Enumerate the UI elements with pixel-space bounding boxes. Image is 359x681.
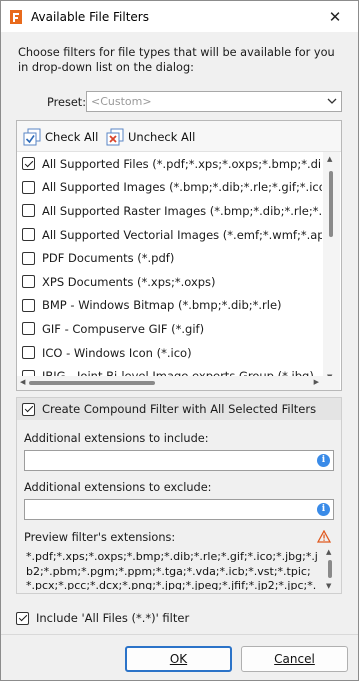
filter-list-vertical-scrollbar[interactable]: ▲ ▼ — [323, 152, 340, 384]
scroll-thumb[interactable] — [328, 560, 332, 578]
window-title: Available File Filters — [31, 9, 149, 24]
filter-checkbox[interactable] — [22, 251, 35, 265]
filter-list-item[interactable]: BMP - Windows Bitmap (*.bmp;*.dib;*.rle) — [17, 294, 322, 318]
include-all-files-checkbox[interactable] — [16, 611, 29, 625]
exclude-extensions-input[interactable]: i — [24, 499, 334, 520]
uncheck-all-label: Uncheck All — [128, 130, 196, 144]
filter-list-item[interactable]: All Supported Raster Images (*.bmp;*.dib… — [17, 199, 322, 223]
filter-list-item[interactable]: PDF Documents (*.pdf) — [17, 246, 322, 270]
warning-icon — [316, 529, 332, 543]
dialog-description: Choose filters for file types that will … — [18, 46, 335, 74]
filter-checkbox[interactable] — [22, 204, 35, 218]
preset-dropdown[interactable]: <Custom> — [86, 91, 342, 112]
filter-list-item[interactable]: All Supported Images (*.bmp;*.dib;*.rle;… — [17, 176, 322, 200]
uncheck-all-icon — [105, 127, 125, 147]
filter-label: PDF Documents (*.pdf) — [42, 251, 175, 266]
scroll-down-icon[interactable]: ▼ — [326, 582, 331, 590]
check-all-icon — [22, 127, 42, 147]
filter-label: All Supported Vectorial Images (*.emf;*.… — [42, 227, 322, 242]
filter-label: All Supported Images (*.bmp;*.dib;*.rle;… — [42, 180, 322, 195]
preview-label: Preview filter's extensions: — [24, 531, 176, 544]
filter-label: XPS Documents (*.xps;*.oxps) — [42, 274, 216, 289]
filter-checkbox[interactable] — [22, 228, 35, 242]
uncheck-all-button[interactable]: Uncheck All — [105, 127, 195, 147]
filter-list-toolbar: Check All Uncheck All — [17, 121, 341, 152]
ok-button[interactable]: OK — [125, 646, 232, 672]
chevron-down-icon — [327, 95, 337, 107]
info-icon[interactable]: i — [317, 454, 330, 467]
scroll-thumb[interactable] — [329, 171, 333, 237]
exclude-extensions-label: Additional extensions to exclude: — [24, 481, 212, 494]
include-extensions-input[interactable]: i — [24, 450, 334, 471]
filter-checkbox[interactable] — [22, 157, 35, 171]
preview-extensions-text: *.pdf;*.xps;*.oxps;*.bmp;*.dib;*.rle;*.g… — [26, 550, 318, 590]
filter-checkbox[interactable] — [22, 322, 35, 336]
dialog-window: Available File Filters ✕ Choose filters … — [0, 0, 359, 681]
filter-list-item[interactable]: All Supported Files (*.pdf;*.xps;*.oxps;… — [17, 152, 322, 176]
include-all-files-toggle[interactable]: Include 'All Files (*.*)' filter — [16, 611, 189, 625]
filter-label: BMP - Windows Bitmap (*.bmp;*.dib;*.rle) — [42, 298, 282, 313]
close-icon[interactable]: ✕ — [312, 1, 358, 32]
filter-list[interactable]: Check All Uncheck All All Supported File… — [16, 120, 342, 391]
filter-label: All Supported Files (*.pdf;*.xps;*.oxps;… — [42, 156, 322, 171]
scroll-thumb[interactable] — [29, 381, 155, 385]
filter-list-item[interactable]: ICO - Windows Icon (*.ico) — [17, 341, 322, 365]
cancel-button-label: Cancel — [274, 652, 315, 666]
check-all-label: Check All — [45, 130, 99, 144]
filter-list-item[interactable]: XPS Documents (*.xps;*.oxps) — [17, 270, 322, 294]
preset-value: <Custom> — [91, 95, 152, 108]
scroll-right-icon[interactable]: ▶ — [314, 378, 319, 386]
compound-filter-checkbox[interactable] — [22, 402, 35, 416]
filter-label: ICO - Windows Icon (*.ico) — [42, 345, 192, 360]
scrollbar-corner — [322, 376, 340, 390]
include-all-files-label: Include 'All Files (*.*)' filter — [36, 611, 190, 625]
scroll-up-icon[interactable]: ▲ — [327, 155, 332, 163]
preset-label: Preset: — [47, 96, 87, 109]
info-icon[interactable]: i — [317, 503, 330, 516]
cancel-button[interactable]: Cancel — [241, 646, 348, 672]
scroll-up-icon[interactable]: ▲ — [326, 548, 331, 556]
filter-label: All Supported Raster Images (*.bmp;*.dib… — [42, 203, 322, 218]
compound-filter-label: Create Compound Filter with All Selected… — [42, 402, 317, 416]
preview-scrollbar[interactable]: ▲ ▼ — [325, 548, 335, 590]
scroll-left-icon[interactable]: ◀ — [20, 378, 25, 386]
filter-list-horizontal-scrollbar[interactable]: ◀ ▶ — [17, 376, 322, 390]
filter-checkbox[interactable] — [22, 180, 35, 194]
dialog-footer: OK Cancel — [1, 634, 358, 680]
filter-checkbox[interactable] — [22, 298, 35, 312]
compound-filter-toggle[interactable]: Create Compound Filter with All Selected… — [17, 398, 341, 420]
ok-button-label: OK — [169, 652, 188, 666]
app-logo-icon — [9, 9, 23, 25]
filter-checkbox[interactable] — [22, 346, 35, 360]
title-bar[interactable]: Available File Filters ✕ — [1, 1, 358, 32]
filter-checkbox[interactable] — [22, 275, 35, 289]
check-all-button[interactable]: Check All — [22, 127, 98, 147]
filter-label: GIF - Compuserve GIF (*.gif) — [42, 321, 205, 336]
include-extensions-label: Additional extensions to include: — [24, 432, 209, 445]
filter-items: All Supported Files (*.pdf;*.xps;*.oxps;… — [17, 152, 322, 385]
compound-filter-group: Create Compound Filter with All Selected… — [16, 397, 342, 594]
filter-list-item[interactable]: All Supported Vectorial Images (*.emf;*.… — [17, 223, 322, 247]
filter-list-item[interactable]: GIF - Compuserve GIF (*.gif) — [17, 317, 322, 341]
